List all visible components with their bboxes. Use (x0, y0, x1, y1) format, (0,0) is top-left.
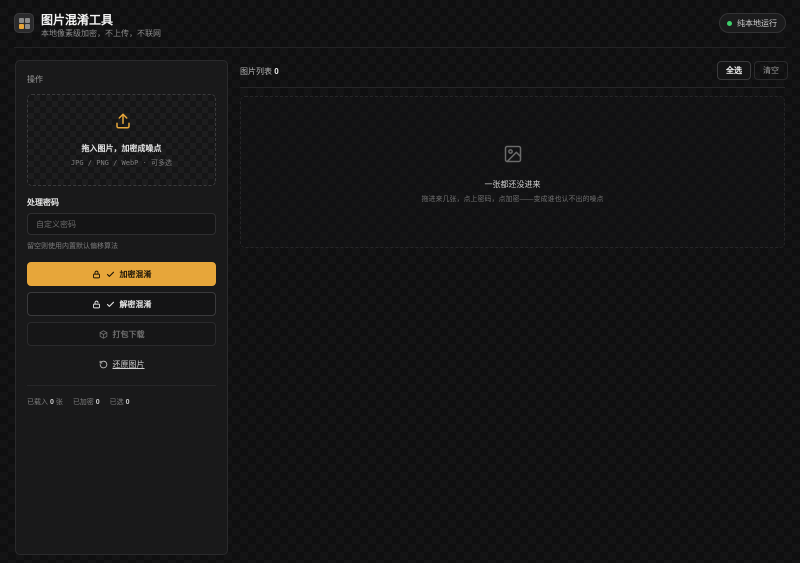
stats-row: 已载入 0 张 已加密 0 已选 0 (27, 397, 130, 407)
list-divider (240, 87, 785, 88)
app-header: 图片混淆工具 本地像素级加密，不上传，不联网 纯本地运行 (0, 0, 800, 48)
unlock-icon (92, 300, 100, 308)
panel-divider (27, 385, 216, 386)
app-logo-icon (14, 13, 34, 33)
pack-download-label: 打包下载 (112, 329, 145, 339)
check-icon (106, 301, 114, 307)
stat-loaded: 已载入 0 张 (27, 399, 63, 406)
image-list-title: 图片列表 0 (240, 67, 279, 76)
empty-state: 一张都还没进来 拖进来几张，点上密码，点加密——变成谁也认不出的噪点 (240, 96, 785, 248)
image-list-count: 0 (274, 67, 279, 76)
encrypt-button-label: 加密混淆 (119, 269, 152, 279)
check-icon (106, 271, 114, 277)
empty-state-subtitle: 拖进来几张，点上密码，点加密——变成谁也认不出的噪点 (421, 196, 604, 203)
section-label: 操作 (27, 75, 43, 84)
password-hint: 留空则使用内置默认偏移算法 (27, 243, 118, 250)
password-label: 处理密码 (27, 198, 59, 207)
restore-button-label: 还原图片 (112, 359, 145, 369)
app-title: 图片混淆工具 (41, 13, 114, 27)
header-divider (14, 47, 786, 48)
dropzone-formats: JPG / PNG / WebP · 可多选 (70, 159, 173, 167)
lock-icon (92, 270, 100, 278)
app-subtitle: 本地像素级加密，不上传，不联网 (41, 29, 161, 38)
clear-button[interactable]: 清空 (754, 61, 788, 80)
stat-selected: 已选 0 (109, 399, 130, 406)
stat-encrypted: 已加密 0 (72, 399, 100, 406)
operations-panel: 操作 拖入图片，加密成噪点 JPG / PNG / WebP · 可多选 处理密… (15, 60, 228, 555)
package-icon (99, 329, 107, 339)
select-all-button[interactable]: 全选 (717, 61, 751, 80)
encrypt-button[interactable]: 加密混淆 (27, 262, 216, 286)
restore-button[interactable]: 还原图片 (27, 352, 216, 376)
decrypt-button[interactable]: 解密混淆 (27, 292, 216, 316)
decrypt-button-label: 解密混淆 (119, 299, 152, 309)
status-dot-icon (727, 20, 732, 26)
dropzone-title: 拖入图片，加密成噪点 (81, 144, 162, 153)
password-input[interactable] (27, 213, 216, 235)
status-badge: 纯本地运行 (719, 13, 786, 33)
status-badge-label: 纯本地运行 (737, 18, 777, 28)
upload-icon (116, 113, 130, 129)
empty-state-title: 一张都还没进来 (484, 180, 541, 189)
restore-icon (99, 360, 107, 368)
image-icon (504, 145, 522, 163)
pack-download-button[interactable]: 打包下载 (27, 322, 216, 346)
image-dropzone[interactable]: 拖入图片，加密成噪点 JPG / PNG / WebP · 可多选 (27, 94, 216, 186)
